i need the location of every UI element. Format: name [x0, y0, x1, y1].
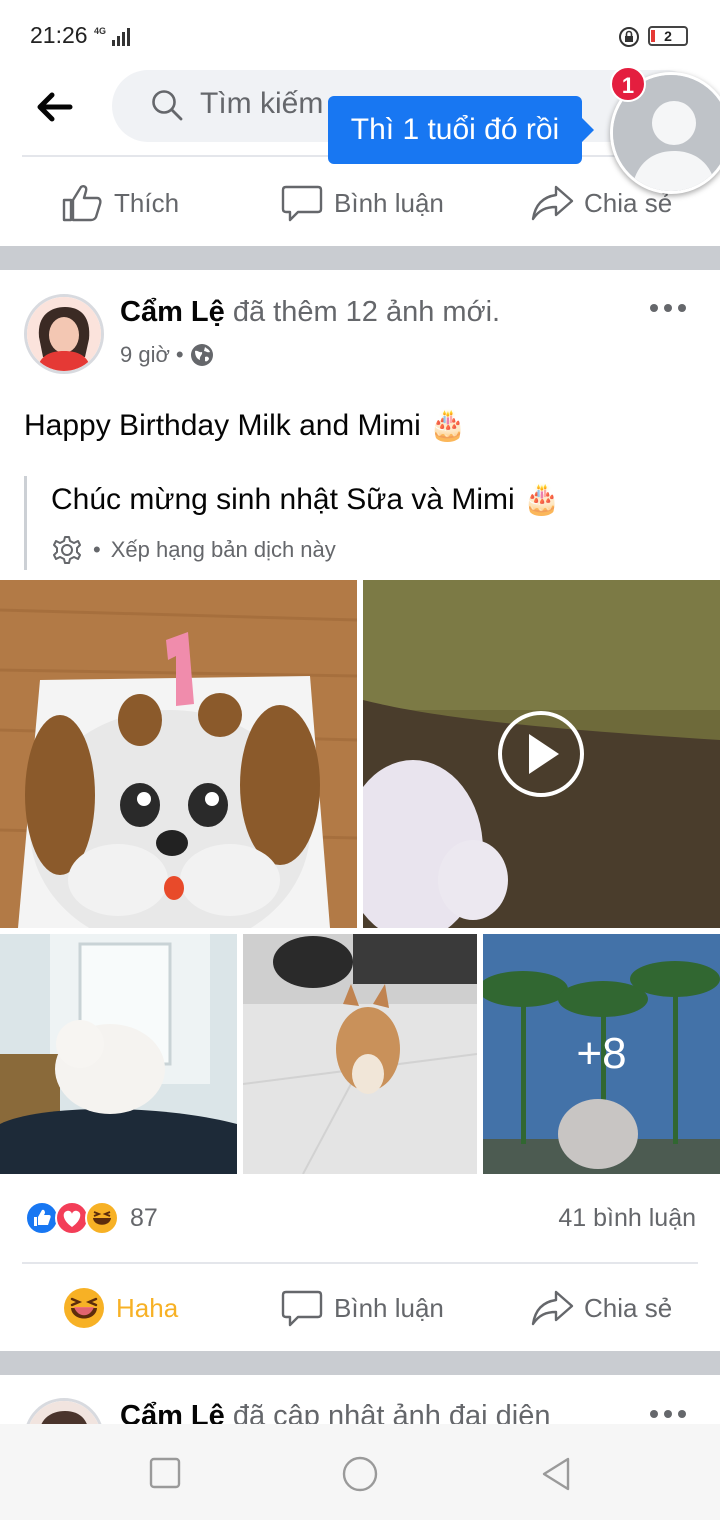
- photo-poodle-scooter[interactable]: [0, 934, 237, 1174]
- haha-label: Haha: [116, 1292, 179, 1323]
- cake-image: [0, 580, 357, 928]
- haha-reaction-button[interactable]: Haha: [62, 1265, 178, 1351]
- status-bar: 21:26 4G 2: [0, 0, 720, 70]
- feed-separator: [0, 246, 720, 270]
- comment-count[interactable]: 41 bình luận: [558, 1204, 696, 1233]
- comment-label: Bình luận: [334, 187, 444, 218]
- globe-icon: [190, 344, 213, 366]
- corgi-image: [243, 934, 477, 1174]
- author-avatar[interactable]: [24, 294, 104, 374]
- back-nav-icon[interactable]: [536, 1454, 576, 1494]
- post-meta: 9 giờ •: [120, 342, 214, 368]
- recent-apps-icon[interactable]: [146, 1454, 186, 1494]
- chat-head-tooltip[interactable]: Thì 1 tuổi đó rồi: [328, 96, 594, 164]
- translation-meta: • Xếp hạng bản dịch này: [51, 534, 336, 566]
- rate-translation-link[interactable]: Xếp hạng bản dịch này: [111, 537, 336, 563]
- like-label: Thích: [114, 187, 180, 218]
- like-button[interactable]: Thích: [60, 160, 179, 246]
- post-time[interactable]: 9 giờ: [120, 342, 170, 368]
- poodle-image: [0, 934, 237, 1174]
- post-text: Happy Birthday Milk and Mimi 🎂: [24, 409, 467, 442]
- more-options-icon[interactable]: [648, 1404, 688, 1424]
- share-label: Chia sẻ: [584, 1292, 673, 1323]
- photo-palm-trees[interactable]: +8: [483, 934, 720, 1174]
- comment-button[interactable]: Bình luận: [280, 1265, 444, 1351]
- comment-button[interactable]: Bình luận: [280, 160, 444, 246]
- search-icon: [152, 90, 183, 121]
- comment-icon: [281, 1290, 323, 1327]
- back-arrow-icon[interactable]: [30, 88, 80, 126]
- share-button[interactable]: Chia sẻ: [530, 1265, 672, 1351]
- translated-text: Chúc mừng sinh nhật Sữa và Mimi 🎂: [51, 483, 561, 516]
- reaction-summary[interactable]: 87: [24, 1200, 158, 1236]
- battery-icon: 2: [648, 26, 688, 46]
- home-icon[interactable]: [340, 1454, 380, 1494]
- status-time: 21:26: [30, 22, 88, 48]
- meta-separator: •: [93, 537, 101, 562]
- meta-separator: •: [175, 342, 184, 367]
- divider: [22, 1262, 698, 1264]
- share-icon: [531, 1290, 574, 1326]
- system-nav-bar: [0, 1424, 720, 1520]
- search-placeholder: Tìm kiếm: [200, 87, 324, 120]
- reaction-icons: [25, 1201, 119, 1235]
- post-action-text: đã thêm 12 ảnh mới.: [232, 296, 501, 328]
- reaction-count: 87: [130, 1203, 158, 1232]
- rotation-lock-icon: [619, 27, 639, 47]
- comment-label: Bình luận: [334, 1292, 444, 1323]
- translation-block: Chúc mừng sinh nhật Sữa và Mimi 🎂 • Xếp …: [24, 476, 714, 570]
- photo-corgi[interactable]: [243, 934, 477, 1174]
- video-thumbnail[interactable]: [363, 580, 720, 928]
- comment-icon: [281, 185, 323, 222]
- previous-post-actions: Thích Bình luận Chia sẻ: [0, 160, 720, 246]
- post-header: Cẩm Lệ đã thêm 12 ảnh mới.: [120, 296, 500, 329]
- photo-cake[interactable]: [0, 580, 357, 928]
- gear-icon[interactable]: [51, 534, 83, 566]
- feed-separator: [0, 1351, 720, 1375]
- more-photos-count: +8: [483, 934, 720, 1174]
- notification-badge: 1: [610, 66, 646, 102]
- post-actions: Haha Bình luận Chia sẻ: [0, 1265, 720, 1351]
- signal-icon: [112, 28, 130, 46]
- haha-icon: [64, 1288, 104, 1328]
- share-icon: [531, 185, 574, 221]
- grass-video-image: [363, 580, 720, 928]
- author-name[interactable]: Cẩm Lệ: [120, 296, 225, 328]
- network-type: 4G: [94, 26, 107, 36]
- more-options-icon[interactable]: [648, 298, 688, 318]
- thumbs-up-icon: [62, 185, 102, 222]
- author-photo: [27, 297, 101, 371]
